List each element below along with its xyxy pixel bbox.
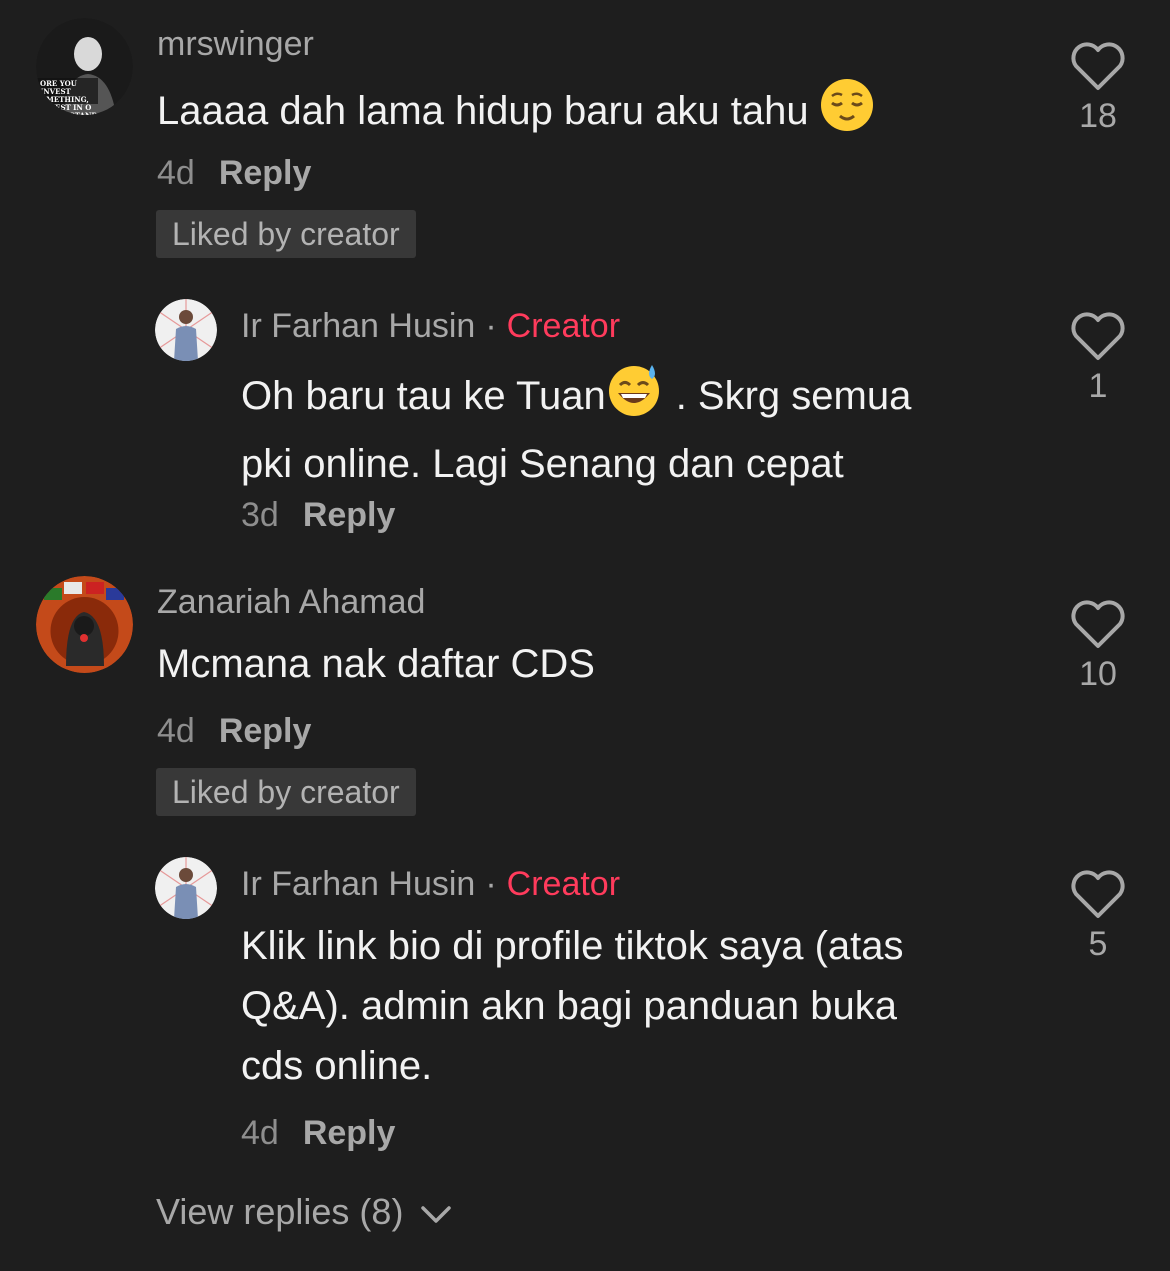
heart-outline-icon[interactable]	[1070, 310, 1126, 362]
liked-by-creator-badge: Liked by creator	[156, 210, 416, 258]
heart-outline-icon[interactable]	[1070, 868, 1126, 920]
comment-text: Laaaa dah lama hidup baru aku tahu	[157, 78, 874, 149]
reply-button[interactable]: Reply	[303, 496, 396, 534]
like-count: 18	[1079, 97, 1117, 135]
reply-button[interactable]: Reply	[303, 1114, 396, 1152]
heart-outline-icon[interactable]	[1070, 598, 1126, 650]
reply-username[interactable]: Ir Farhan Husin	[241, 865, 475, 903]
avatar-zanariah[interactable]	[36, 576, 133, 673]
reply-meta: 4d Reply	[241, 1113, 395, 1153]
comment-meta: 4d Reply	[157, 153, 311, 193]
comment-username[interactable]: mrswinger	[157, 24, 314, 64]
like-count: 1	[1088, 367, 1108, 405]
avatar-creator[interactable]	[155, 857, 217, 919]
reply-time: 3d	[241, 496, 279, 534]
like-button[interactable]: 18	[1058, 40, 1138, 136]
reply-username-row: Ir Farhan Husin · Creator	[241, 864, 620, 904]
view-replies-button[interactable]: View replies (8)	[156, 1192, 453, 1232]
comment-text: Mcmana nak daftar CDS	[157, 642, 595, 686]
reply-text: Klik link bio di profile tiktok saya (at…	[241, 924, 904, 1088]
reply-button[interactable]: Reply	[219, 712, 312, 750]
like-button[interactable]: 5	[1058, 868, 1138, 964]
chevron-down-icon	[421, 1206, 452, 1224]
comment-meta: 4d Reply	[157, 711, 311, 751]
reply-meta: 3d Reply	[241, 495, 395, 535]
like-count: 10	[1079, 655, 1117, 693]
liked-by-creator-badge: Liked by creator	[156, 768, 416, 816]
reply-text: Oh baru tau ke Tuan . Skrg semua pki onl…	[241, 361, 911, 494]
like-count: 5	[1088, 925, 1108, 963]
reply-time: 4d	[241, 1114, 279, 1152]
creator-label: Creator	[506, 865, 621, 903]
avatar-caption: ORE YOU INVEST OMETHING, INVEST IN O UND…	[40, 79, 110, 116]
view-replies-label: View replies (8)	[156, 1191, 404, 1232]
avatar-creator[interactable]	[155, 299, 217, 361]
comment-username[interactable]: Zanariah Ahamad	[157, 582, 425, 622]
heart-outline-icon[interactable]	[1070, 40, 1126, 92]
like-button[interactable]: 10	[1058, 598, 1138, 694]
like-button[interactable]: 1	[1058, 310, 1138, 406]
creator-label: Creator	[506, 307, 621, 345]
comment-time: 4d	[157, 712, 195, 750]
reply-button[interactable]: Reply	[219, 154, 312, 192]
separator-dot: ·	[485, 865, 497, 903]
relieved-face-emoji	[820, 78, 874, 149]
sweat-smile-emoji	[606, 361, 662, 434]
comment-time: 4d	[157, 154, 195, 192]
reply-username-row: Ir Farhan Husin · Creator	[241, 306, 620, 346]
reply-username[interactable]: Ir Farhan Husin	[241, 307, 475, 345]
separator-dot: ·	[485, 307, 497, 345]
avatar-mrswinger[interactable]: ORE YOU INVEST OMETHING, INVEST IN O UND…	[36, 18, 133, 115]
